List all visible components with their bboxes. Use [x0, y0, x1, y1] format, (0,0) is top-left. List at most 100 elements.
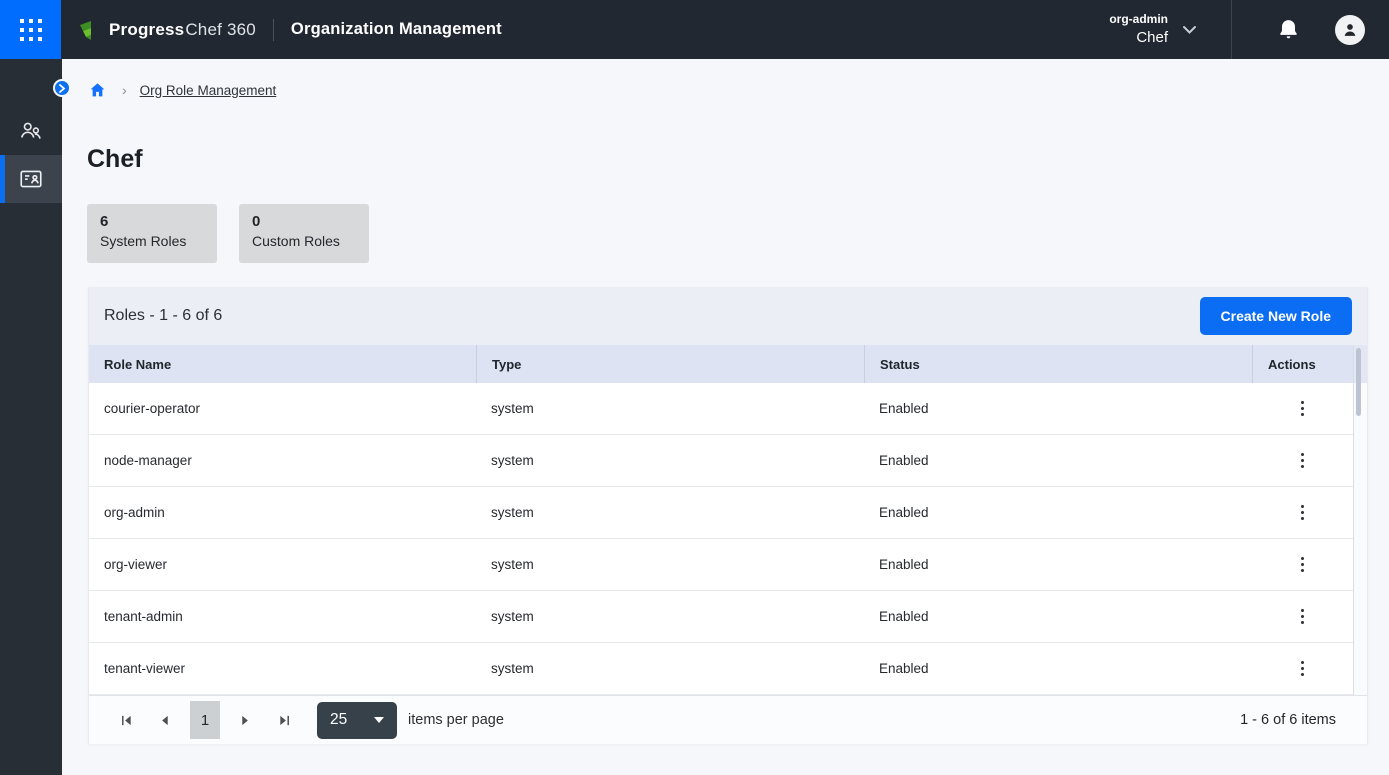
sidebar-expand-button[interactable] [53, 79, 71, 97]
row-actions-kebab-button[interactable] [1294, 500, 1312, 526]
role-badge-icon [18, 166, 44, 192]
cell-role-name: tenant-admin [89, 591, 476, 642]
users-icon [18, 118, 44, 144]
page-title: Chef [87, 145, 143, 174]
next-page-icon [240, 714, 252, 727]
cell-actions [1252, 643, 1353, 694]
breadcrumb-separator-icon: › [122, 82, 127, 98]
app-title: Organization Management [291, 20, 502, 39]
org-name-label: Chef [1109, 28, 1168, 48]
app-grid-icon [20, 19, 42, 41]
table-row: tenant-admin system Enabled [89, 591, 1353, 643]
header-divider [1231, 0, 1232, 59]
stat-value: 0 [252, 213, 369, 231]
home-icon [88, 81, 107, 99]
first-page-button[interactable] [113, 707, 139, 733]
stat-card-system-roles: 6 System Roles [87, 204, 217, 263]
items-per-page-label: items per page [408, 712, 504, 728]
notifications-button[interactable] [1277, 18, 1300, 41]
pagination-bar: 1 25 items per page 1 - 6 of 6 items [89, 695, 1367, 744]
row-actions-kebab-button[interactable] [1294, 448, 1312, 474]
first-page-icon [120, 714, 133, 727]
row-actions-kebab-button[interactable] [1294, 552, 1312, 578]
prev-page-icon [158, 714, 170, 727]
cell-actions [1252, 383, 1353, 434]
main-content: › Org Role Management Chef 6 System Role… [62, 59, 1389, 775]
cell-actions [1252, 591, 1353, 642]
column-header-role-name: Role Name [89, 345, 476, 383]
cell-role-name: org-viewer [89, 539, 476, 590]
table-body: courier-operator system Enabled node-man… [89, 383, 1367, 695]
progress-logo-icon [78, 18, 102, 42]
column-header-type: Type [476, 345, 864, 383]
brand-name: ProgressChef 360 [109, 20, 256, 40]
cell-role-name: node-manager [89, 435, 476, 486]
cell-type: system [476, 591, 864, 642]
row-actions-kebab-button[interactable] [1294, 396, 1312, 422]
cell-type: system [476, 383, 864, 434]
stat-cards: 6 System Roles 0 Custom Roles [87, 204, 369, 263]
cell-actions [1252, 539, 1353, 590]
sidebar-item-users[interactable] [0, 107, 62, 155]
cell-role-name: org-admin [89, 487, 476, 538]
caret-down-icon [374, 717, 384, 723]
breadcrumb-home-link[interactable] [88, 81, 107, 99]
stat-value: 6 [100, 213, 217, 231]
cell-status: Enabled [864, 435, 1252, 486]
table-row: org-admin system Enabled [89, 487, 1353, 539]
row-actions-kebab-button[interactable] [1294, 656, 1312, 682]
cell-actions [1252, 487, 1353, 538]
table-row: tenant-viewer system Enabled [89, 643, 1353, 695]
page-size-value: 25 [330, 711, 347, 729]
cell-status: Enabled [864, 643, 1252, 694]
person-icon [1340, 20, 1360, 40]
breadcrumb: › Org Role Management [88, 81, 276, 99]
column-header-actions: Actions [1252, 345, 1353, 383]
roles-panel: Roles - 1 - 6 of 6 Create New Role Role … [88, 287, 1368, 744]
last-page-button[interactable] [271, 707, 297, 733]
cell-type: system [476, 643, 864, 694]
cell-role-name: courier-operator [89, 383, 476, 434]
header-divider [273, 19, 274, 41]
stat-label: Custom Roles [252, 233, 369, 249]
next-page-button[interactable] [233, 707, 259, 733]
app-bar-right: org-admin Chef [1109, 0, 1389, 59]
cell-type: system [476, 435, 864, 486]
chevron-down-icon [1182, 25, 1197, 35]
table-scrollbar[interactable] [1353, 345, 1367, 695]
scrollbar-thumb[interactable] [1356, 348, 1361, 416]
user-avatar-button[interactable] [1335, 15, 1365, 45]
table-row: node-manager system Enabled [89, 435, 1353, 487]
cell-status: Enabled [864, 383, 1252, 434]
stat-label: System Roles [100, 233, 217, 249]
page-size-select[interactable]: 25 [317, 702, 397, 739]
table-row: courier-operator system Enabled [89, 383, 1353, 435]
create-new-role-button[interactable]: Create New Role [1200, 297, 1352, 335]
org-switcher[interactable]: org-admin Chef [1109, 12, 1197, 48]
cell-status: Enabled [864, 487, 1252, 538]
brand-logo: ProgressChef 360 [78, 18, 256, 42]
cell-role-name: tenant-viewer [89, 643, 476, 694]
previous-page-button[interactable] [151, 707, 177, 733]
sidebar [0, 59, 62, 775]
chevron-right-icon [58, 84, 66, 93]
bell-icon [1277, 18, 1300, 41]
pagination-range-label: 1 - 6 of 6 items [1240, 712, 1336, 728]
table-row: org-viewer system Enabled [89, 539, 1353, 591]
roles-table: Role Name Type Status Actions courier-op… [89, 345, 1367, 695]
org-role-label: org-admin [1109, 12, 1168, 26]
cell-type: system [476, 539, 864, 590]
stat-card-custom-roles: 0 Custom Roles [239, 204, 369, 263]
app-launcher-button[interactable] [0, 0, 61, 59]
roles-panel-title: Roles - 1 - 6 of 6 [104, 307, 222, 325]
row-actions-kebab-button[interactable] [1294, 604, 1312, 630]
roles-panel-header: Roles - 1 - 6 of 6 Create New Role [89, 287, 1367, 345]
breadcrumb-link-org-role-management[interactable]: Org Role Management [140, 83, 277, 98]
current-page-button[interactable]: 1 [190, 701, 220, 739]
column-header-status: Status [864, 345, 1252, 383]
sidebar-item-org-roles[interactable] [0, 155, 62, 203]
org-account-block: org-admin Chef [1109, 12, 1168, 48]
table-header-row: Role Name Type Status Actions [89, 345, 1353, 383]
cell-status: Enabled [864, 539, 1252, 590]
app-bar: ProgressChef 360 Organization Management… [0, 0, 1389, 59]
